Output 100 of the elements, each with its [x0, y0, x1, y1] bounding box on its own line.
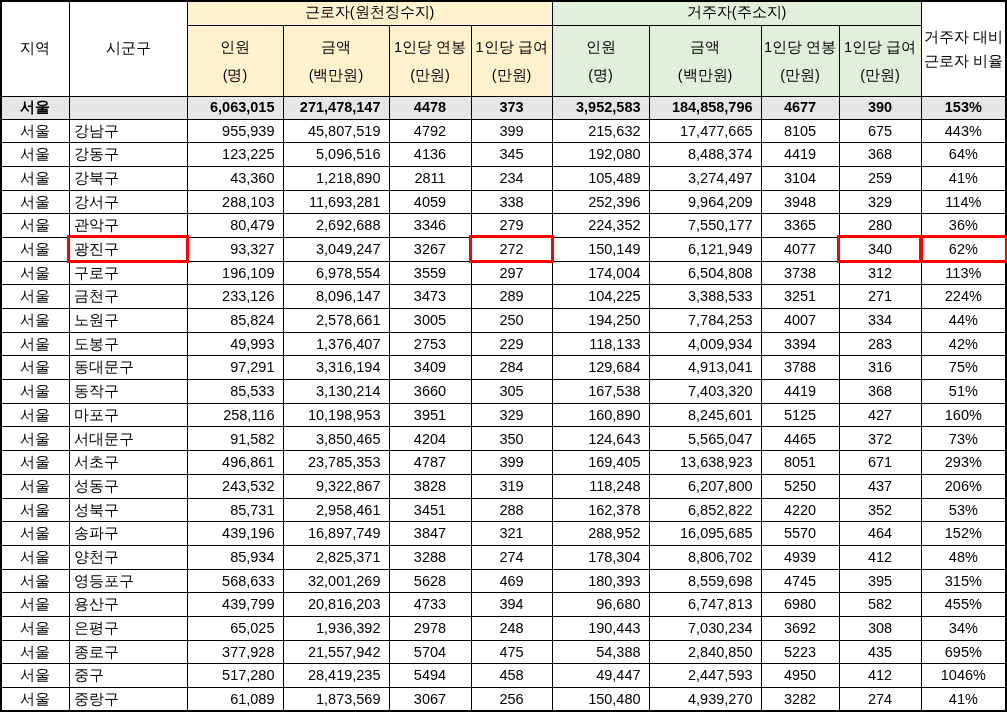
table-cell: 4419 — [761, 379, 840, 404]
table-cell: 동작구 — [69, 379, 187, 404]
table-cell: 서울 — [1, 119, 69, 143]
table-cell: 345 — [471, 142, 553, 167]
table-cell: 288 — [471, 498, 553, 522]
table-cell: 5,096,516 — [283, 142, 389, 167]
table-cell: 5570 — [761, 521, 840, 546]
table-cell: 284 — [471, 355, 553, 380]
table-cell: 성북구 — [69, 498, 187, 522]
table-cell: 20,816,203 — [283, 592, 389, 617]
table-cell: 2,825,371 — [283, 545, 389, 570]
table-cell: 6,207,800 — [649, 474, 762, 498]
table-cell: 350 — [471, 426, 553, 451]
table-cell: 150,149 — [552, 237, 650, 262]
table-cell: 233,126 — [187, 284, 283, 309]
table-cell: 중구 — [69, 663, 187, 688]
table-cell: 구로구 — [69, 261, 187, 285]
table-cell: 274 — [471, 545, 553, 570]
table-cell: 85,934 — [187, 545, 283, 570]
table-cell: 6,852,822 — [649, 498, 762, 522]
table-cell: 8105 — [761, 119, 840, 143]
total-cell: 6,063,015 — [187, 96, 283, 119]
header-cell: 1인당 급여 (만원) — [839, 25, 922, 96]
table-cell: 서울 — [1, 166, 69, 191]
table-cell: 368 — [839, 379, 922, 404]
table-cell: 4465 — [761, 426, 840, 451]
table-cell: 3,130,214 — [283, 379, 389, 404]
table-cell: 49,993 — [187, 332, 283, 356]
table-cell: 3251 — [761, 284, 840, 309]
table-cell: 4733 — [389, 592, 471, 617]
table-cell: 3660 — [389, 379, 471, 404]
table-cell: 5628 — [389, 569, 471, 593]
table-cell: 517,280 — [187, 663, 283, 688]
table-cell: 도봉구 — [69, 332, 187, 356]
table-cell: 3346 — [389, 213, 471, 238]
table-cell: 10,198,953 — [283, 403, 389, 427]
table-cell: 412 — [839, 663, 922, 688]
table-cell: 289 — [471, 284, 553, 309]
table-cell: 3394 — [761, 332, 840, 356]
table-cell: 475 — [471, 640, 553, 664]
table-cell: 3692 — [761, 616, 840, 641]
table-cell: 21,557,942 — [283, 640, 389, 664]
table-cell: 서울 — [1, 545, 69, 570]
table-cell: 671 — [839, 450, 922, 475]
table-cell: 3559 — [389, 261, 471, 285]
table-cell: 196,109 — [187, 261, 283, 285]
table-cell: 서대문구 — [69, 426, 187, 451]
table-cell: 2811 — [389, 166, 471, 191]
table-cell: 582 — [839, 592, 922, 617]
table-cell: 6,504,808 — [649, 261, 762, 285]
table-cell: 394 — [471, 592, 553, 617]
table-cell: 5494 — [389, 663, 471, 688]
table-cell: 서울 — [1, 142, 69, 167]
table-cell: 178,304 — [552, 545, 650, 570]
table-cell: 32,001,269 — [283, 569, 389, 593]
table-cell: 4059 — [389, 190, 471, 214]
table-cell: 7,550,177 — [649, 213, 762, 238]
table-cell: 439,196 — [187, 521, 283, 546]
table-cell: 4939 — [761, 545, 840, 570]
table-cell: 5125 — [761, 403, 840, 427]
table-cell: 234 — [471, 166, 553, 191]
table-cell: 3788 — [761, 355, 840, 380]
table-cell: 28,419,235 — [283, 663, 389, 688]
total-cell: 271,478,147 — [283, 96, 389, 119]
table-cell: 6,121,949 — [649, 237, 762, 262]
table-cell: 3948 — [761, 190, 840, 214]
table-cell: 3951 — [389, 403, 471, 427]
table-cell: 서울 — [1, 426, 69, 451]
table-cell: 3005 — [389, 308, 471, 333]
table-cell: 243,532 — [187, 474, 283, 498]
table-cell: 서초구 — [69, 450, 187, 475]
table-cell: 종로구 — [69, 640, 187, 664]
table-cell: 노원구 — [69, 308, 187, 333]
table-cell: 319 — [471, 474, 553, 498]
table-cell: 용산구 — [69, 592, 187, 617]
header-cell: 인원 (명) — [552, 25, 650, 96]
table-cell: 7,784,253 — [649, 308, 762, 333]
table-cell: 297 — [471, 261, 553, 285]
table-cell: 2,958,461 — [283, 498, 389, 522]
table-cell: 229 — [471, 332, 553, 356]
table-cell: 서울 — [1, 403, 69, 427]
table-cell: 496,861 — [187, 450, 283, 475]
table-cell: 469 — [471, 569, 553, 593]
table-cell: 4792 — [389, 119, 471, 143]
table-cell: 412 — [839, 545, 922, 570]
table-cell: 2,692,688 — [283, 213, 389, 238]
table-cell: 서울 — [1, 308, 69, 333]
table-cell: 서울 — [1, 474, 69, 498]
table-cell: 54,388 — [552, 640, 650, 664]
table-cell: 3104 — [761, 166, 840, 191]
table-cell: 45,807,519 — [283, 119, 389, 143]
table-cell: 은평구 — [69, 616, 187, 641]
table-cell: 85,731 — [187, 498, 283, 522]
table-cell: 금천구 — [69, 284, 187, 309]
table-cell: 송파구 — [69, 521, 187, 546]
table-cell: 서울 — [1, 332, 69, 356]
table-cell: 329 — [471, 403, 553, 427]
table-cell: 8,806,702 — [649, 545, 762, 570]
table-cell: 4204 — [389, 426, 471, 451]
table-cell: 85,824 — [187, 308, 283, 333]
